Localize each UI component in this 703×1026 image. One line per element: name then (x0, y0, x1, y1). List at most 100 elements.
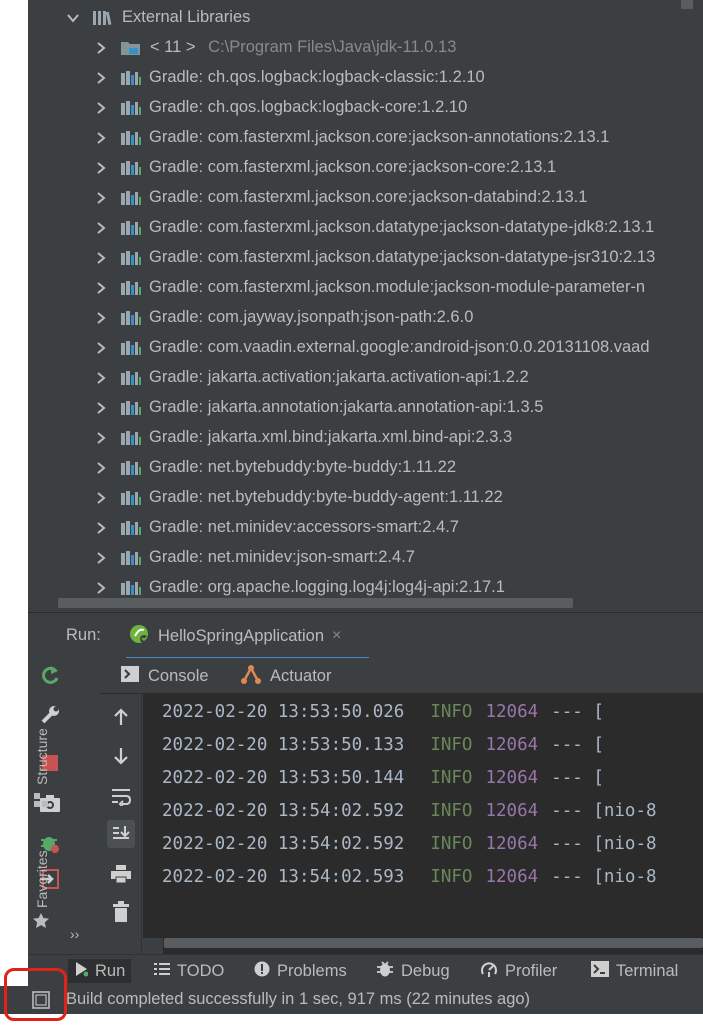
tree-row-library[interactable]: Gradle: com.fasterxml.jackson.module:jac… (28, 273, 703, 303)
tree-row-library[interactable]: Gradle: com.fasterxml.jackson.core:jacks… (28, 123, 703, 153)
chevron-right-icon[interactable] (94, 311, 108, 325)
log-timestamp: 2022-02-20 13:53:50.026 (162, 702, 405, 722)
tree-label: Gradle: jakarta.activation:jakarta.activ… (149, 368, 529, 386)
chevron-right-icon[interactable] (94, 371, 108, 385)
chevron-right-icon[interactable] (94, 461, 108, 475)
tree-label: Gradle: ch.qos.logback:logback-core:1.2.… (149, 98, 468, 116)
chevron-right-icon[interactable] (94, 41, 108, 55)
chevron-right-icon[interactable] (94, 281, 108, 295)
chevron-right-icon[interactable] (94, 341, 108, 355)
bottom-tab-problems[interactable]: Problems (254, 959, 347, 983)
horizontal-scrollbar[interactable] (58, 598, 573, 608)
tree-row-library[interactable]: Gradle: net.minidev:accessors-smart:2.4.… (28, 513, 703, 543)
bottom-tab-run[interactable]: Run (68, 959, 132, 983)
rerun-icon[interactable] (37, 662, 63, 688)
warning-circle-icon (254, 961, 270, 982)
tree-row-library[interactable]: Gradle: com.vaadin.external.google:andro… (28, 333, 703, 363)
library-jar-icon (120, 338, 142, 358)
log-level: INFO (430, 801, 473, 821)
print-icon[interactable] (107, 860, 135, 888)
log-line: 2022-02-20 13:54:02.592 INFO 12064 --- [nio… (162, 834, 657, 858)
log-level: INFO (430, 834, 473, 854)
log-pid: 12064 (485, 702, 539, 722)
tab-console[interactable]: Console (120, 664, 209, 688)
tree-row-library[interactable]: Gradle: com.fasterxml.jackson.core:jacks… (28, 183, 703, 213)
tree-label: Gradle: com.fasterxml.jackson.core:jacks… (149, 128, 610, 146)
log-line: 2022-02-20 13:53:50.144 INFO 12064 --- [ (162, 768, 604, 792)
chevron-down-icon[interactable] (66, 11, 80, 25)
star-icon[interactable] (32, 912, 50, 935)
tree-label: Gradle: net.bytebuddy:byte-buddy-agent:1… (149, 488, 503, 506)
tree-row-library[interactable]: Gradle: jakarta.activation:jakarta.activ… (28, 363, 703, 393)
tree-row-library[interactable]: Gradle: net.bytebuddy:byte-buddy-agent:1… (28, 483, 703, 513)
run-title: Run: (66, 626, 101, 644)
console-horizontal-scrollbar[interactable] (163, 938, 703, 954)
chevron-right-icon[interactable] (94, 491, 108, 505)
library-jar-icon (120, 308, 142, 328)
log-line: 2022-02-20 13:54:02.592 INFO 12064 --- [nio… (162, 801, 657, 825)
actuator-icon (240, 663, 262, 690)
chevron-right-icon[interactable] (94, 521, 108, 535)
tree-label: Gradle: ch.qos.logback:logback-classic:1… (149, 68, 485, 86)
tree-row-library[interactable]: Gradle: com.fasterxml.jackson.datatype:j… (28, 213, 703, 243)
tree-row-library[interactable]: Gradle: net.minidev:json-smart:2.4.7 (28, 543, 703, 573)
log-level: INFO (430, 735, 473, 755)
bottom-tab-terminal[interactable]: Terminal (591, 959, 678, 983)
chevron-right-icon[interactable] (94, 581, 108, 595)
tree-label: < 11 > C:\Program Files\Java\jdk-11.0.13 (150, 38, 456, 57)
profiler-gauge-icon (480, 960, 498, 983)
tree-row-library[interactable]: Gradle: com.jayway.jsonpath:json-path:2.… (28, 303, 703, 333)
scroll-to-end-icon[interactable] (107, 820, 135, 848)
scrollbar-thumb[interactable] (164, 938, 703, 948)
tree-row-library[interactable]: Gradle: ch.qos.logback:logback-classic:1… (28, 63, 703, 93)
side-tab-structure[interactable]: Structure (34, 728, 50, 785)
chevron-right-icon[interactable] (94, 191, 108, 205)
chevron-right-icon[interactable] (94, 131, 108, 145)
soft-wrap-icon[interactable] (107, 782, 135, 810)
tree-row-library[interactable]: Gradle: com.fasterxml.jackson.core:jacks… (28, 153, 703, 183)
chevron-right-icon[interactable] (94, 551, 108, 565)
tree-row-library[interactable]: Gradle: jakarta.xml.bind:jakarta.xml.bin… (28, 423, 703, 453)
tree-label: Gradle: net.bytebuddy:byte-buddy:1.11.22 (149, 458, 456, 476)
vertical-scrollbar[interactable] (681, 0, 693, 9)
library-jar-icon (120, 518, 142, 538)
close-icon[interactable]: × (332, 627, 341, 645)
bottom-tab-label: Debug (401, 961, 450, 980)
run-config-tab[interactable]: HelloSpringApplication × (128, 621, 341, 651)
console-output[interactable]: 2022-02-20 13:53:50.026 INFO 12064 --- [202… (143, 694, 703, 938)
tree-row-external-libraries[interactable]: External Libraries (28, 3, 703, 33)
chevron-right-icon[interactable] (94, 431, 108, 445)
tab-actuator[interactable]: Actuator (240, 664, 331, 688)
chevron-right-icon[interactable] (94, 161, 108, 175)
arrow-down-icon[interactable] (107, 742, 135, 770)
tree-row-jdk[interactable]: < 11 > C:\Program Files\Java\jdk-11.0.13 (28, 33, 703, 63)
tree-row-library[interactable]: Gradle: jakarta.annotation:jakarta.annot… (28, 393, 703, 423)
arrow-up-icon[interactable] (107, 703, 135, 731)
log-timestamp: 2022-02-20 13:53:50.144 (162, 768, 405, 788)
tree-row-library[interactable]: Gradle: ch.qos.logback:logback-core:1.2.… (28, 93, 703, 123)
chevron-right-icon[interactable] (94, 251, 108, 265)
chevron-right-icon[interactable] (94, 71, 108, 85)
more-tool-windows[interactable]: ›› (70, 926, 79, 942)
chevron-right-icon[interactable] (94, 101, 108, 115)
tree-label: Gradle: com.fasterxml.jackson.datatype:j… (149, 248, 656, 266)
bottom-tab-todo[interactable]: TODO (154, 959, 224, 983)
library-jar-icon (120, 218, 142, 238)
bottom-tab-label: Profiler (505, 961, 558, 980)
tree-row-library[interactable]: Gradle: net.bytebuddy:byte-buddy:1.11.22 (28, 453, 703, 483)
structure-icon[interactable] (34, 793, 48, 812)
chevron-right-icon[interactable] (94, 401, 108, 415)
tool-window-bar: Run TODO Problems Debug Profiler Termina… (28, 954, 703, 986)
highlight-annotation (4, 968, 67, 1021)
library-jar-icon (120, 278, 142, 298)
bottom-tab-debug[interactable]: Debug (376, 959, 450, 983)
log-timestamp: 2022-02-20 13:53:50.133 (162, 735, 405, 755)
bug-icon (376, 960, 394, 983)
side-tab-favorites[interactable]: Favorites (34, 850, 50, 908)
tree-row-library[interactable]: Gradle: com.fasterxml.jackson.datatype:j… (28, 243, 703, 273)
bottom-tab-profiler[interactable]: Profiler (480, 959, 557, 983)
wrench-icon[interactable] (37, 702, 63, 728)
chevron-right-icon[interactable] (94, 221, 108, 235)
trash-icon[interactable] (107, 898, 135, 926)
library-jar-icon (120, 488, 142, 508)
